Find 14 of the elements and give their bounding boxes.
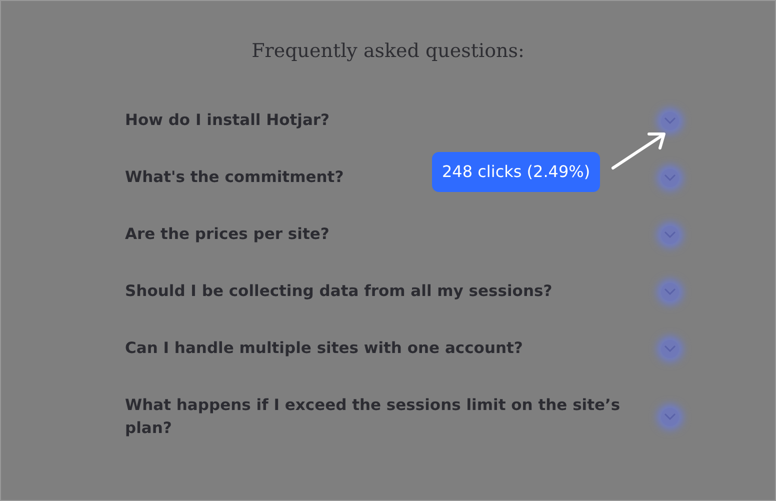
faq-heading: Frequently asked questions:: [250, 39, 526, 64]
chevron-down-icon[interactable]: [661, 168, 679, 186]
chevron-down-icon[interactable]: [661, 408, 679, 426]
chevron-down-icon[interactable]: [661, 226, 679, 244]
chevron-down-icon[interactable]: [661, 112, 679, 130]
faq-question[interactable]: Can I handle multiple sites with one account?: [125, 337, 523, 360]
faq-question[interactable]: Are the prices per site?: [125, 223, 330, 246]
faq-question[interactable]: How do I install Hotjar?: [125, 109, 330, 132]
chevron-down-icon[interactable]: [661, 282, 679, 300]
faq-question[interactable]: What's the commitment?: [125, 166, 344, 189]
chevron-down-icon[interactable]: [661, 340, 679, 358]
click-count-callout: 248 clicks (2.49%): [432, 152, 600, 192]
faq-question[interactable]: Should I be collecting data from all my sessions?: [125, 280, 552, 303]
faq-question[interactable]: What happens if I exceed the sessions limit on the site’s plan?: [125, 394, 635, 440]
